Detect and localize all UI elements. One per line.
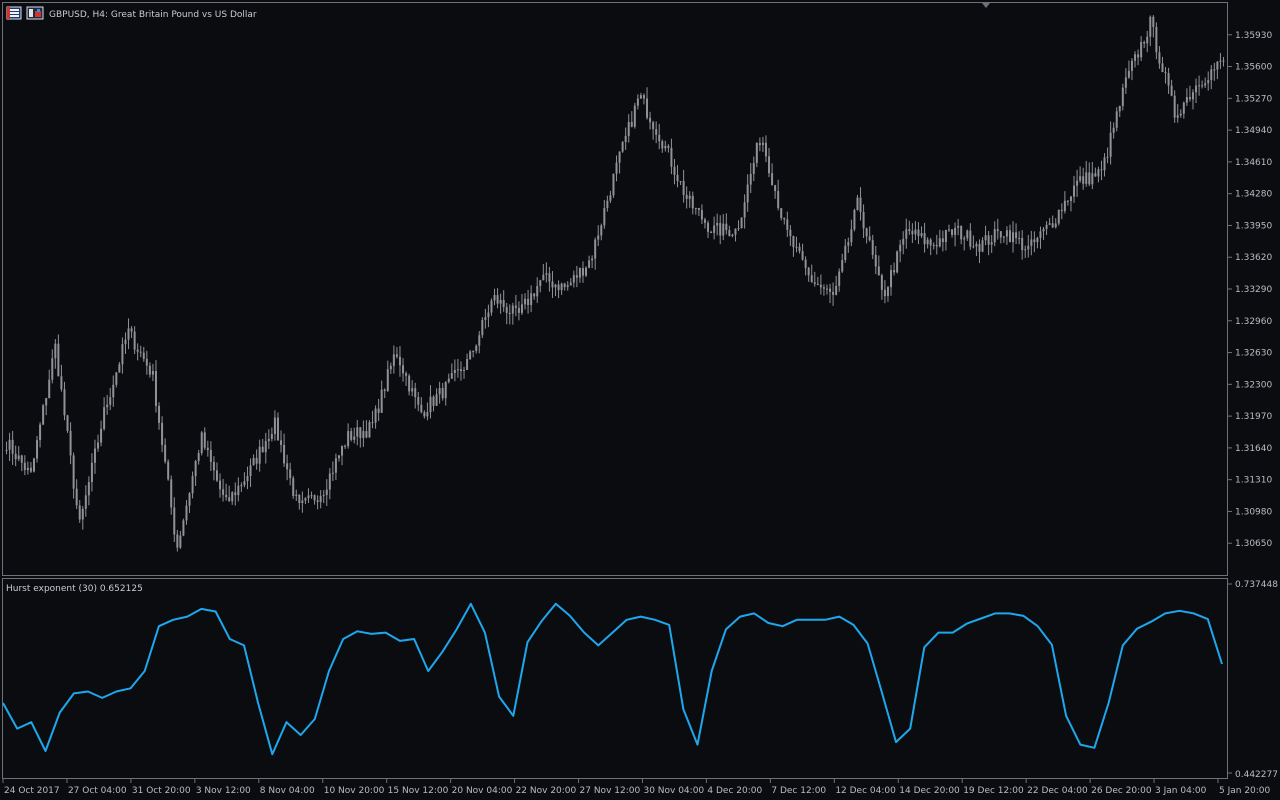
candle <box>585 266 588 277</box>
candle <box>42 403 45 426</box>
price-tick-label: 1.34610 <box>1235 158 1272 168</box>
time-tick-label: 30 Nov 04:00 <box>643 786 704 796</box>
time-tick-label: 10 Nov 20:00 <box>324 786 385 796</box>
price-tick-label: 1.32630 <box>1235 349 1272 359</box>
candle <box>469 349 472 361</box>
price-tick-label: 1.31970 <box>1235 412 1272 422</box>
candle <box>633 102 636 129</box>
price-tick-label: 1.32960 <box>1235 317 1272 327</box>
window-list-icon[interactable] <box>6 6 22 20</box>
candle <box>612 173 615 198</box>
candle <box>740 217 743 229</box>
time-tick-label: 27 Nov 12:00 <box>580 786 641 796</box>
time-tick-label: 15 Nov 12:00 <box>388 786 449 796</box>
time-tick-label: 4 Dec 20:00 <box>707 786 762 796</box>
candle <box>896 250 899 274</box>
time-tick-label: 22 Nov 20:00 <box>516 786 577 796</box>
time-tick-label: 3 Nov 12:00 <box>196 786 251 796</box>
price-tick-label: 1.30650 <box>1235 539 1272 549</box>
time-tick-label: 7 Dec 12:00 <box>771 786 826 796</box>
price-tick-label: 1.35930 <box>1235 31 1272 41</box>
price-tick-label: 1.33290 <box>1235 285 1272 295</box>
time-tick-label: 22 Dec 04:00 <box>1027 786 1088 796</box>
time-tick-label: 14 Dec 20:00 <box>899 786 960 796</box>
candle <box>481 317 484 339</box>
candle <box>1057 209 1060 226</box>
price-tick-label: 1.34280 <box>1235 190 1272 200</box>
candle <box>182 518 185 537</box>
price-tick-label: 1.34940 <box>1235 126 1272 136</box>
candle <box>853 208 856 232</box>
chart-background <box>0 0 1280 800</box>
chart-properties-icon[interactable] <box>26 6 44 20</box>
price-tick-label: 1.33620 <box>1235 253 1272 263</box>
time-tick-label: 12 Dec 04:00 <box>835 786 896 796</box>
hurst-min-label: 0.442277 <box>1235 770 1278 780</box>
time-tick-label: 3 Jan 04:00 <box>1155 786 1207 796</box>
chart-window[interactable]: 1.35930 1.35600 1.35270 1.34940 1.34610 1.342… <box>0 0 1280 800</box>
candle <box>66 414 69 433</box>
candle <box>167 459 170 481</box>
time-tick-label: 31 Oct 20:00 <box>132 786 191 796</box>
hurst-max-label: 0.737448 <box>1235 580 1278 590</box>
candle <box>292 475 295 499</box>
candle <box>32 457 35 473</box>
price-tick-label: 1.30980 <box>1235 507 1272 517</box>
price-tick-label: 1.33950 <box>1235 221 1272 231</box>
hurst-indicator-label: Hurst exponent (30) 0.652125 <box>6 584 143 594</box>
candle <box>200 430 203 456</box>
time-tick-label: 19 Dec 12:00 <box>963 786 1024 796</box>
candle <box>368 420 371 438</box>
price-tick-label: 1.35600 <box>1235 63 1272 73</box>
time-tick-label: 24 Oct 2017 <box>4 786 60 796</box>
candle <box>621 141 624 153</box>
time-tick-label: 5 Jan 20:00 <box>1219 786 1271 796</box>
price-tick-label: 1.32300 <box>1235 380 1272 390</box>
time-tick-label: 27 Oct 04:00 <box>68 786 127 796</box>
price-tick-label: 1.31640 <box>1235 444 1272 454</box>
price-tick-label: 1.35270 <box>1235 94 1272 104</box>
time-tick-label: 8 Nov 04:00 <box>260 786 315 796</box>
symbol-title: GBPUSD, H4: Great Britain Pound vs US Do… <box>49 10 257 20</box>
price-tick-label: 1.31310 <box>1235 476 1272 486</box>
time-tick-label: 20 Nov 04:00 <box>452 786 513 796</box>
time-tick-label: 26 Dec 20:00 <box>1091 786 1152 796</box>
